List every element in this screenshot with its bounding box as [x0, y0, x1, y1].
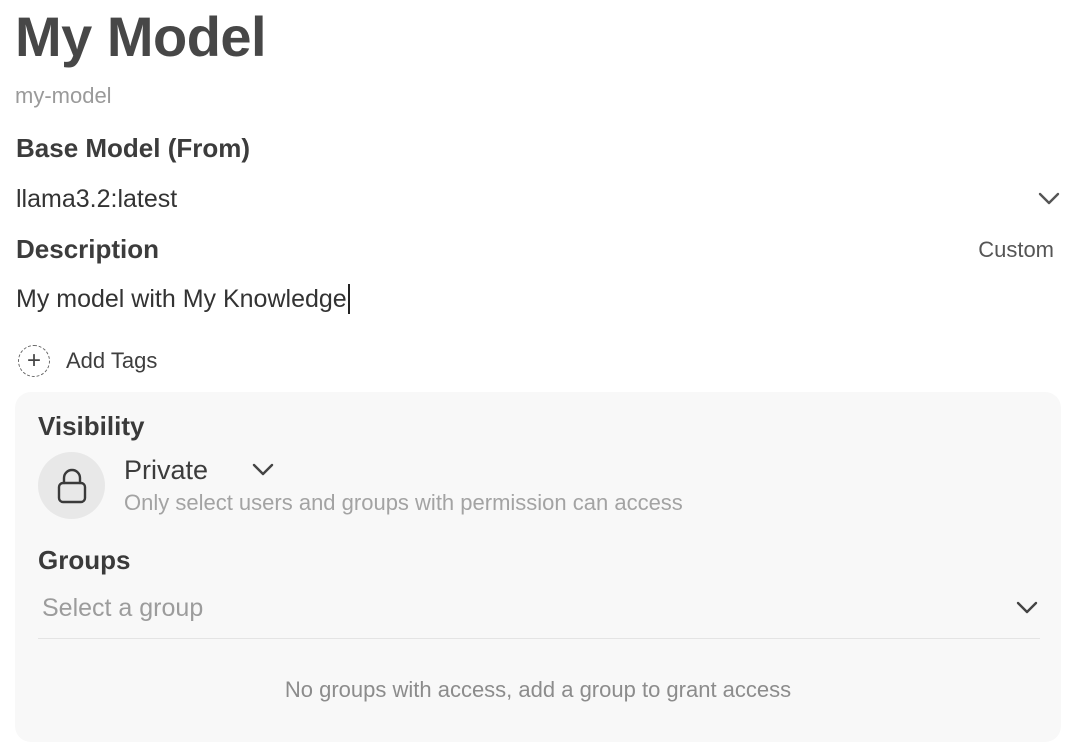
group-select-placeholder: Select a group [42, 593, 204, 622]
visibility-description: Only select users and groups with permis… [124, 490, 683, 515]
description-value: My model with My Knowledge [16, 284, 347, 313]
chevron-down-icon [252, 463, 274, 477]
chevron-down-icon [1038, 192, 1060, 206]
base-model-label: Base Model (From) [16, 133, 251, 163]
model-editor: My Model my-model Base Model (From) llam… [0, 0, 1091, 753]
text-cursor [347, 284, 350, 314]
model-id[interactable]: my-model [15, 82, 112, 110]
visibility-value: Private [124, 454, 209, 485]
lock-icon [38, 452, 105, 519]
base-model-value: llama3.2:latest [16, 184, 178, 213]
groups-label: Groups [38, 545, 131, 575]
access-control-card: Visibility Private Only select users and… [15, 392, 1061, 742]
visibility-select[interactable]: Private [124, 452, 274, 488]
add-tags-button[interactable]: + Add Tags [18, 344, 157, 378]
description-mode-toggle[interactable]: Custom [978, 236, 1054, 264]
divider [38, 638, 1040, 639]
plus-circle-icon: + [18, 345, 50, 377]
chevron-down-icon [1016, 601, 1038, 615]
add-tags-label: Add Tags [66, 348, 158, 373]
groups-empty-message: No groups with access, add a group to gr… [284, 677, 792, 702]
model-name[interactable]: My Model [15, 4, 267, 70]
description-input[interactable]: My model with My Knowledge [16, 281, 1060, 317]
base-model-select[interactable]: llama3.2:latest [16, 181, 1060, 217]
visibility-label: Visibility [38, 411, 145, 441]
group-select[interactable]: Select a group [42, 590, 1038, 626]
description-label: Description [16, 234, 160, 264]
